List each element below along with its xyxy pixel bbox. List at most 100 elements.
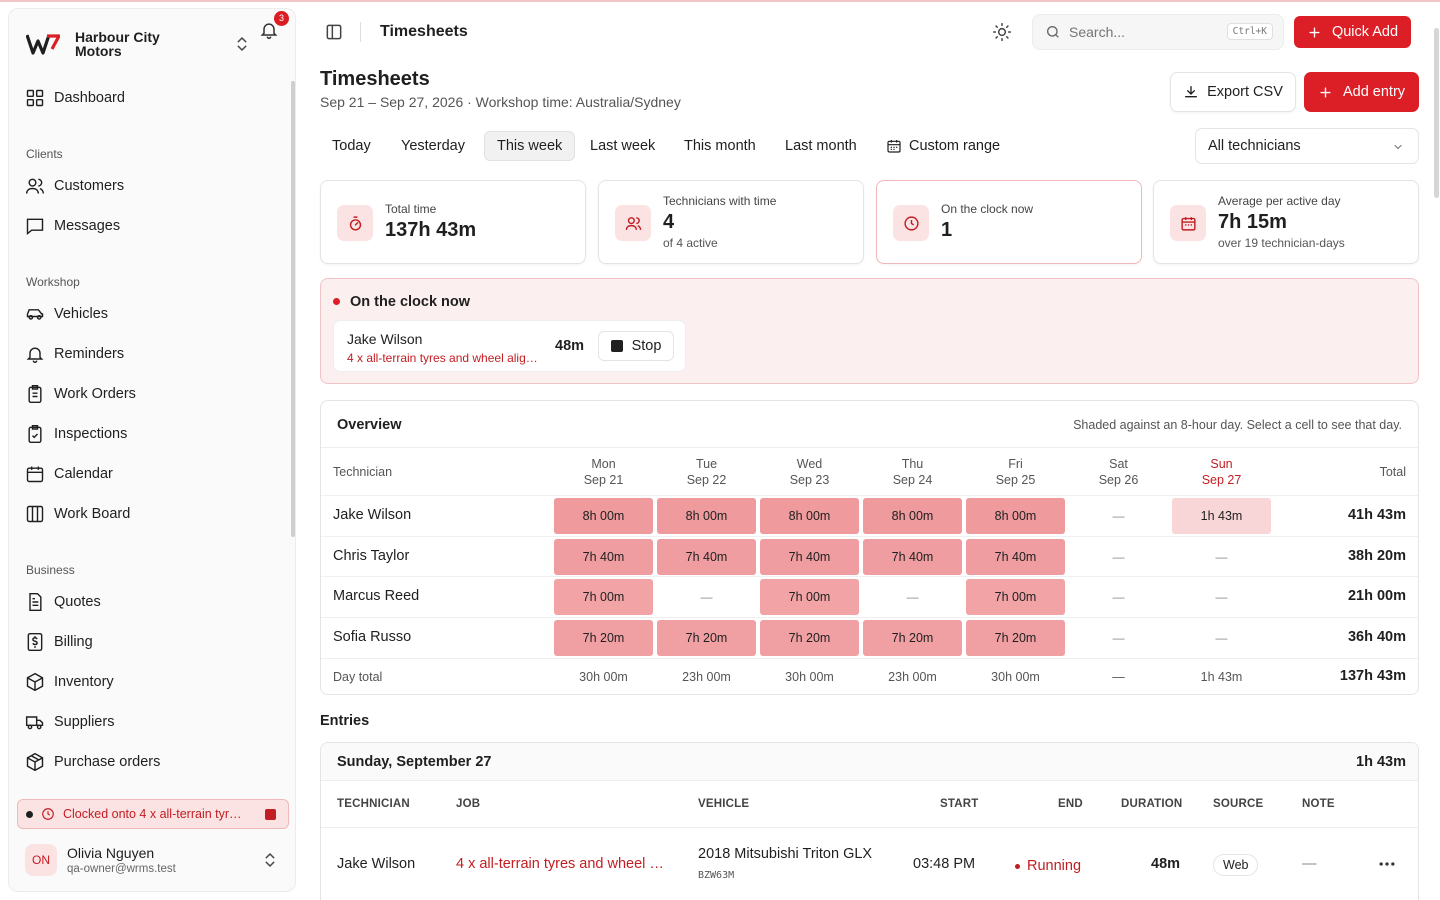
overview-cell[interactable]: 7h 00m	[760, 579, 859, 616]
nav-reminders[interactable]: Reminders	[25, 339, 287, 369]
nav-purchase-orders[interactable]: Purchase orders	[25, 747, 287, 777]
stat-total-time: Total time 137h 43m	[320, 180, 586, 264]
overview-cell[interactable]: 8h 00m	[966, 498, 1065, 534]
user-menu[interactable]: ON Olivia Nguyen qa-owner@wrms.test	[17, 837, 289, 883]
column-vehicle[interactable]: VEHICLE	[698, 798, 749, 810]
overview-cell: —	[1112, 509, 1125, 523]
export-csv-button[interactable]: Export CSV	[1170, 72, 1296, 112]
search-box[interactable]: Ctrl+K	[1032, 14, 1284, 50]
overview-cell[interactable]: 7h 20m	[554, 620, 653, 657]
column-note[interactable]: NOTE	[1302, 798, 1335, 810]
row-divider	[321, 576, 1418, 578]
day-header: Wed Sep 23	[760, 456, 859, 488]
divider	[321, 447, 1418, 448]
entries-title: Entries	[320, 713, 370, 729]
page-scrollbar[interactable]	[1434, 28, 1439, 198]
nav-messages[interactable]: Messages	[25, 211, 287, 241]
nav-suppliers[interactable]: Suppliers	[25, 707, 287, 737]
day-total: 1h 43m	[1200, 670, 1243, 684]
on-clock-job[interactable]: 4 x all-terrain tyres and wheel alignmen…	[347, 351, 542, 365]
chevrons-up-down-icon[interactable]	[233, 35, 251, 53]
overview-cell[interactable]: 7h 40m	[966, 538, 1065, 575]
entry-job[interactable]: 4 x all-terrain tyres and wheel alignmen…	[456, 856, 666, 872]
nav-inventory[interactable]: Inventory	[25, 667, 287, 697]
overview-cell[interactable]: 1h 43m	[1172, 498, 1271, 534]
nav-customers[interactable]: Customers	[25, 171, 287, 201]
column-job[interactable]: JOB	[456, 798, 480, 810]
brand-logo	[23, 29, 63, 59]
range-tab-yesterday[interactable]: Yesterday	[389, 131, 477, 161]
overview-cell[interactable]: 7h 40m	[657, 538, 756, 575]
overview-cell[interactable]: 7h 40m	[760, 538, 859, 575]
nav-work-board[interactable]: Work Board	[25, 499, 287, 529]
range-tab-last-week[interactable]: Last week	[578, 131, 667, 161]
overview-cell[interactable]: 7h 00m	[966, 579, 1065, 616]
technician-select[interactable]: All technicians	[1195, 128, 1419, 164]
stat-label: Average per active day	[1218, 194, 1341, 208]
nav-dashboard[interactable]: Dashboard	[25, 83, 287, 113]
chevrons-up-down-icon[interactable]	[261, 851, 279, 869]
on-clock-card[interactable]: Jake Wilson 4 x all-terrain tyres and wh…	[333, 320, 686, 372]
add-entry-button[interactable]: Add entry	[1304, 72, 1419, 112]
column-technician[interactable]: TECHNICIAN	[337, 798, 410, 810]
clocked-on-banner[interactable]: Clocked onto 4 x all-terrain tyres and w…	[17, 799, 289, 829]
overview-cell[interactable]: 7h 20m	[760, 620, 859, 657]
overview-cell[interactable]: 7h 40m	[863, 538, 962, 575]
day-of-week: Sat	[1109, 457, 1128, 471]
more-horizontal-icon[interactable]	[1377, 854, 1397, 874]
overview-cell[interactable]: 7h 00m	[554, 579, 653, 616]
entry-vehicle[interactable]: 2018 Mitsubishi Triton GLX	[698, 846, 872, 862]
stop-button[interactable]: Stop	[598, 331, 674, 361]
overview-cell[interactable]: 8h 00m	[863, 498, 962, 534]
clipboard-list-icon	[28, 384, 42, 404]
nav-section-clients: Clients	[26, 147, 63, 161]
range-tab-this-month[interactable]: This month	[672, 131, 768, 161]
day-header: Sun Sep 27	[1172, 456, 1271, 488]
overview-cell[interactable]: 8h 00m	[760, 498, 859, 534]
overview-cell[interactable]: 8h 00m	[657, 498, 756, 534]
range-tab-this-week[interactable]: This week	[484, 131, 576, 161]
overview-cell[interactable]: 8h 00m	[554, 498, 653, 534]
panel-left-icon[interactable]	[324, 22, 344, 42]
column-end[interactable]: END	[1058, 798, 1083, 810]
nav-purchase-orders-label: Purchase orders	[54, 754, 161, 770]
plus-icon	[1309, 26, 1320, 38]
nav-calendar[interactable]: Calendar	[25, 459, 287, 489]
nav-vehicles[interactable]: Vehicles	[25, 299, 287, 329]
row-divider	[321, 617, 1418, 619]
nav-work-orders[interactable]: Work Orders	[25, 379, 287, 409]
on-clock-panel: On the clock now Jake Wilson 4 x all-ter…	[320, 278, 1419, 384]
range-tab-today[interactable]: Today	[320, 131, 383, 161]
nav-section-business: Business	[26, 563, 75, 577]
day-total: —	[1112, 670, 1125, 684]
column-start[interactable]: START	[940, 798, 978, 810]
nav-suppliers-label: Suppliers	[54, 714, 115, 730]
range-tab-last-month[interactable]: Last month	[773, 131, 869, 161]
brand-switcher[interactable]: Harbour City Motors	[23, 23, 285, 65]
overview-cell[interactable]: 7h 40m	[554, 538, 653, 575]
calendar-icon	[1170, 205, 1206, 241]
day-total: 23h 00m	[682, 670, 731, 684]
clock-stop-icon[interactable]	[265, 809, 276, 820]
stat-label: Total time	[385, 202, 437, 216]
calendar-icon	[887, 140, 901, 153]
sidebar-scrollbar[interactable]	[291, 81, 295, 537]
overview-cell[interactable]: 7h 20m	[863, 620, 962, 657]
stat-value: 4	[663, 211, 675, 233]
stat-average-per-day: Average per active day 7h 15m over 19 te…	[1153, 180, 1419, 264]
nav-billing[interactable]: Billing	[25, 627, 287, 657]
column-duration[interactable]: DURATION	[1121, 798, 1182, 810]
overview-cell[interactable]: 7h 20m	[966, 620, 1065, 657]
nav-quotes[interactable]: Quotes	[25, 587, 287, 617]
search-input[interactable]	[1069, 24, 1209, 40]
column-source[interactable]: SOURCE	[1213, 798, 1263, 810]
quick-add-button[interactable]: Quick Add	[1294, 16, 1411, 48]
stat-sub: over 19 technician-days	[1218, 236, 1345, 250]
entries-day-total: 1h 43m	[1356, 754, 1406, 770]
overview-cell[interactable]: 7h 20m	[657, 620, 756, 657]
nav-inspections[interactable]: Inspections	[25, 419, 287, 449]
add-entry-label: Add entry	[1342, 84, 1406, 100]
nav-quotes-label: Quotes	[54, 594, 101, 610]
sun-icon[interactable]	[992, 22, 1012, 42]
range-tab-custom-range[interactable]: Custom range	[874, 131, 1012, 161]
